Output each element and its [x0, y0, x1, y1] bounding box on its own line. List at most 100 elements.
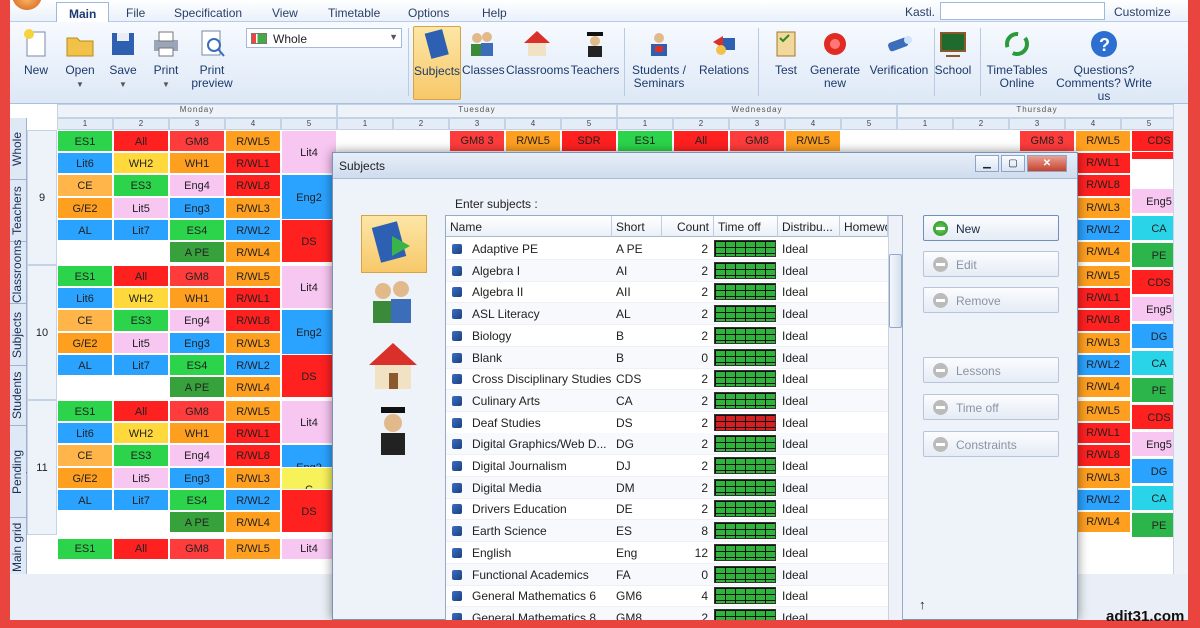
open-dropdown-icon[interactable]: ▼	[76, 80, 84, 89]
time-off-grid[interactable]	[714, 305, 776, 323]
table-row[interactable]: Digital Media DM 2 Ideal	[446, 476, 888, 499]
lesson-cell[interactable]: GM8 3	[1019, 130, 1075, 152]
tab-specification[interactable]: Specification	[162, 2, 254, 22]
lesson-cell[interactable]: ES4	[169, 489, 225, 511]
lesson-cell[interactable]: R/WL8	[1075, 309, 1131, 332]
time-off-grid[interactable]	[714, 326, 776, 344]
lesson-cell[interactable]: Lit4	[281, 265, 337, 309]
time-off-grid[interactable]	[714, 543, 776, 561]
time-off-grid[interactable]	[714, 391, 776, 409]
lesson-cell[interactable]: ES3	[113, 309, 169, 332]
lesson-cell[interactable]: Eng3	[169, 467, 225, 489]
view-tab-6[interactable]: Main grid	[10, 518, 27, 574]
lesson-cell[interactable]	[57, 511, 113, 533]
lesson-cell[interactable]: R/WL1	[1075, 287, 1131, 309]
category-classes[interactable]	[361, 275, 427, 333]
customize-link[interactable]: Customize	[1114, 5, 1171, 19]
lesson-cell[interactable]: Lit7	[113, 489, 169, 511]
table-row[interactable]: Cross Disciplinary Studies CDS 2 Ideal	[446, 368, 888, 391]
remove-button[interactable]: Remove	[923, 287, 1059, 313]
lesson-cell[interactable]	[113, 511, 169, 533]
time-off-grid[interactable]	[714, 283, 776, 301]
table-row[interactable]: Culinary Arts CA 2 Ideal	[446, 389, 888, 412]
lesson-cell[interactable]: All	[113, 400, 169, 422]
time-off-grid[interactable]	[714, 435, 776, 453]
lesson-cell[interactable]: R/WL2	[225, 219, 281, 241]
category-subjects[interactable]	[361, 215, 427, 273]
table-row[interactable]: Deaf Studies DS 2 Ideal	[446, 412, 888, 434]
lesson-cell[interactable]: Lit6	[57, 152, 113, 174]
view-tab-0[interactable]: Whole	[10, 118, 27, 180]
lesson-cell[interactable]: Eng3	[169, 197, 225, 219]
lesson-cell[interactable]: Eng4	[169, 444, 225, 467]
lesson-cell[interactable]: WH1	[169, 287, 225, 309]
tab-timetable[interactable]: Timetable	[316, 2, 392, 22]
col-count[interactable]: Count	[662, 216, 714, 237]
new-subject-button[interactable]: New	[923, 215, 1059, 241]
time-off-grid[interactable]	[714, 608, 776, 620]
lesson-cell[interactable]: Eng3	[169, 332, 225, 354]
lesson-cell[interactable]: R/WL8	[1075, 444, 1131, 467]
relations-button[interactable]: Relations	[696, 26, 752, 100]
table-row[interactable]: Functional Academics FA 0 Ideal	[446, 563, 888, 586]
time-off-grid[interactable]	[714, 413, 776, 431]
lesson-cell[interactable]: R/WL5	[225, 538, 281, 560]
col-homework[interactable]: Homewo	[840, 216, 888, 237]
lesson-cell[interactable]: All	[113, 538, 169, 560]
lesson-cell[interactable]: R/WL1	[225, 422, 281, 444]
timetables-online-button[interactable]: TimeTables Online	[986, 26, 1048, 100]
constraints-button[interactable]: Constraints	[923, 431, 1059, 457]
lesson-cell[interactable]: AL	[57, 354, 113, 376]
col-short[interactable]: Short	[612, 216, 662, 237]
time-off-grid[interactable]	[714, 261, 776, 279]
lesson-cell[interactable]: GM8	[169, 538, 225, 560]
lesson-cell[interactable]: R/WL5	[1075, 130, 1131, 152]
lesson-cell[interactable]: Eng4	[169, 174, 225, 197]
lesson-cell[interactable]: G/E2	[57, 197, 113, 219]
time-off-grid[interactable]	[714, 457, 776, 474]
lesson-cell[interactable]: Lit4	[281, 538, 337, 560]
lesson-cell[interactable]: R/WL1	[225, 152, 281, 174]
lesson-cell[interactable]: R/WL1	[1075, 152, 1131, 174]
lesson-cell[interactable]: Eng2	[281, 174, 337, 220]
lesson-cell[interactable]: R/WL8	[225, 174, 281, 197]
edit-button[interactable]: Edit	[923, 251, 1059, 277]
col-name[interactable]: Name	[446, 216, 612, 237]
lesson-cell[interactable]: ES1	[57, 400, 113, 422]
view-tab-4[interactable]: Students	[10, 366, 27, 426]
table-row[interactable]: Blank B 0 Ideal	[446, 346, 888, 369]
lesson-cell[interactable]: A PE	[169, 511, 225, 533]
lesson-cell[interactable]: R/WL4	[1075, 511, 1131, 533]
lesson-cell[interactable]: R/WL1	[225, 287, 281, 309]
view-tab-1[interactable]: Teachers	[10, 180, 27, 242]
lesson-cell[interactable]: GM8	[169, 400, 225, 422]
lesson-cell[interactable]: Eng4	[169, 309, 225, 332]
table-row[interactable]: General Mathematics 6 GM6 4 Ideal	[446, 585, 888, 608]
lesson-cell[interactable]: R/WL3	[1075, 197, 1131, 219]
lesson-cell[interactable]: R/WL5	[1075, 265, 1131, 287]
table-row[interactable]: English Eng 12 Ideal	[446, 542, 888, 564]
lesson-cell[interactable]: R/WL3	[225, 467, 281, 489]
lesson-cell[interactable]: All	[113, 130, 169, 152]
table-row[interactable]: Algebra II AII 2 Ideal	[446, 281, 888, 304]
lesson-cell[interactable]: ES1	[57, 265, 113, 287]
lesson-cell[interactable]: R/WL3	[1075, 467, 1131, 489]
lesson-cell[interactable]: CE	[57, 174, 113, 197]
close-button[interactable]: ✕	[1027, 155, 1067, 172]
lesson-cell[interactable]: R/WL3	[1075, 332, 1131, 354]
subjects-table[interactable]: Name Short Count Time off Distribu... Ho…	[445, 215, 903, 620]
view-select[interactable]: Whole ▼	[246, 28, 402, 48]
lesson-cell[interactable]: GM8	[729, 130, 785, 152]
lesson-cell[interactable]: R/WL2	[1075, 354, 1131, 376]
lesson-cell[interactable]: R/WL8	[1075, 174, 1131, 197]
time-off-grid[interactable]	[714, 565, 776, 583]
table-row[interactable]: Drivers Education DE 2 Ideal	[446, 498, 888, 521]
lesson-cell[interactable]: ES1	[57, 130, 113, 152]
lesson-cell[interactable]: Lit7	[113, 219, 169, 241]
view-tab-5[interactable]: Pending students	[10, 426, 38, 518]
lesson-cell[interactable]: R/WL5	[785, 130, 841, 152]
lesson-cell[interactable]: WH2	[113, 422, 169, 444]
lesson-cell[interactable]: A PE	[169, 376, 225, 398]
table-row[interactable]: ASL Literacy AL 2 Ideal	[446, 303, 888, 326]
table-scrollbar-thumb[interactable]	[889, 254, 902, 328]
